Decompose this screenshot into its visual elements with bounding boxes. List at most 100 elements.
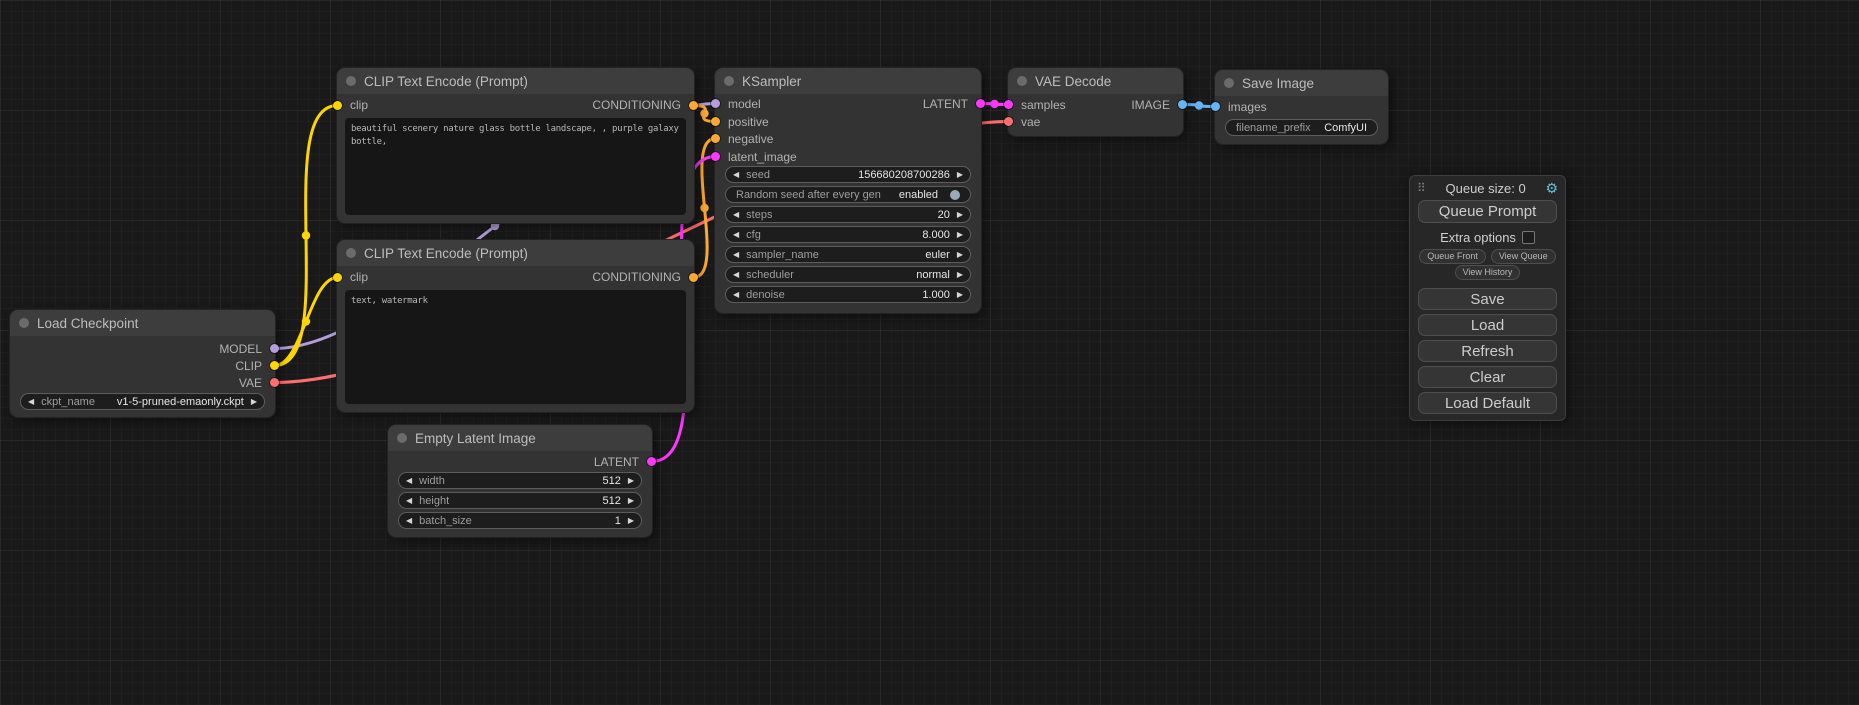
load-button[interactable]: Load [1418,314,1557,336]
steps-widget[interactable]: ◀ steps 20 ▶ [725,206,971,223]
decrement-arrow-icon[interactable]: ◀ [733,171,739,179]
load-default-button[interactable]: Load Default [1418,392,1557,414]
latent-output-port-icon[interactable] [647,457,656,466]
node-load-checkpoint[interactable]: Load Checkpoint MODEL CLIP VAE ◀ ckpt_na… [10,310,275,417]
decrement-arrow-icon[interactable]: ◀ [733,251,739,259]
collapse-dot-icon[interactable] [724,76,734,86]
increment-arrow-icon[interactable]: ▶ [251,398,257,406]
sampler-name-widget[interactable]: ◀ sampler_name euler ▶ [725,246,971,263]
node-ksampler[interactable]: KSampler model LATENT positive negative … [715,68,981,313]
node-title-bar: VAE Decode [1008,68,1183,94]
toggle-knob-icon[interactable] [950,190,960,200]
model-output-port-icon[interactable] [270,344,279,353]
collapse-dot-icon[interactable] [19,318,29,328]
queue-panel-header: ⠿ Queue size: 0 ⚙ [1417,180,1558,196]
save-button[interactable]: Save [1418,288,1557,310]
increment-arrow-icon[interactable]: ▶ [628,477,634,485]
link-midpoint-dot [302,317,310,325]
latent-image-input-port-icon[interactable] [711,152,720,161]
link-midpoint-dot [1195,101,1203,109]
output-label-latent: LATENT [923,97,968,111]
increment-arrow-icon[interactable]: ▶ [957,271,963,279]
clear-button[interactable]: Clear [1418,366,1557,388]
cfg-widget[interactable]: ◀ cfg 8.000 ▶ [725,226,971,243]
collapse-dot-icon[interactable] [1224,78,1234,88]
conditioning-output-port-icon[interactable] [689,101,698,110]
increment-arrow-icon[interactable]: ▶ [628,497,634,505]
width-widget[interactable]: ◀ width 512 ▶ [398,472,642,489]
node-clip-text-encode-negative[interactable]: CLIP Text Encode (Prompt) clip CONDITION… [337,240,694,412]
input-label-negative: negative [728,132,773,146]
node-title: Load Checkpoint [37,316,138,331]
clip-output-port-icon[interactable] [270,361,279,370]
decrement-arrow-icon[interactable]: ◀ [733,291,739,299]
settings-gear-icon[interactable]: ⚙ [1545,180,1558,197]
increment-arrow-icon[interactable]: ▶ [628,517,634,525]
queue-prompt-button[interactable]: Queue Prompt [1418,200,1557,223]
node-save-image[interactable]: Save Image images filename_prefix ComfyU… [1215,70,1388,144]
slot-row: LATENT [401,453,639,470]
decrement-arrow-icon[interactable]: ◀ [28,398,34,406]
positive-input-port-icon[interactable] [711,117,720,126]
node-title-bar: CLIP Text Encode (Prompt) [337,240,694,266]
output-label-model: MODEL [219,342,262,356]
collapse-dot-icon[interactable] [346,248,356,258]
increment-arrow-icon[interactable]: ▶ [957,171,963,179]
model-input-port-icon[interactable] [711,99,720,108]
link-wire [275,278,338,366]
ckpt-name-widget[interactable]: ◀ ckpt_name v1-5-pruned-emaonly.ckpt ▶ [20,393,265,410]
negative-prompt-textarea[interactable]: text, watermark [345,290,686,404]
node-title: Save Image [1242,76,1314,91]
queue-front-button[interactable]: Queue Front [1419,249,1486,264]
seed-widget[interactable]: ◀ seed 156680208700286 ▶ [725,166,971,183]
denoise-widget[interactable]: ◀ denoise 1.000 ▶ [725,286,971,303]
view-queue-button[interactable]: View Queue [1491,249,1556,264]
decrement-arrow-icon[interactable]: ◀ [406,477,412,485]
increment-arrow-icon[interactable]: ▶ [957,251,963,259]
collapse-dot-icon[interactable] [346,76,356,86]
decrement-arrow-icon[interactable]: ◀ [406,517,412,525]
negative-input-port-icon[interactable] [711,134,720,143]
positive-prompt-textarea[interactable]: beautiful scenery nature glass bottle la… [345,118,686,215]
refresh-button[interactable]: Refresh [1418,340,1557,362]
increment-arrow-icon[interactable]: ▶ [957,211,963,219]
vae-output-port-icon[interactable] [270,378,279,387]
filename-prefix-widget[interactable]: filename_prefix ComfyUI [1225,119,1378,136]
extra-options-checkbox[interactable] [1522,231,1535,244]
clip-input-port-icon[interactable] [333,101,342,110]
decrement-arrow-icon[interactable]: ◀ [733,211,739,219]
node-clip-text-encode-positive[interactable]: CLIP Text Encode (Prompt) clip CONDITION… [337,68,694,223]
random-seed-toggle-widget[interactable]: Random seed after every gen enabled [725,186,971,203]
decrement-arrow-icon[interactable]: ◀ [406,497,412,505]
collapse-dot-icon[interactable] [1017,76,1027,86]
drag-handle-icon[interactable]: ⠿ [1417,181,1426,195]
samples-input-port-icon[interactable] [1004,100,1013,109]
widget-value: 20 [938,209,950,221]
input-label-images: images [1228,100,1267,114]
widget-value: 1 [615,515,621,527]
collapse-dot-icon[interactable] [397,433,407,443]
scheduler-widget[interactable]: ◀ scheduler normal ▶ [725,266,971,283]
node-empty-latent-image[interactable]: Empty Latent Image LATENT ◀ width 512 ▶ … [388,425,652,537]
node-title: Empty Latent Image [415,431,536,446]
output-label-conditioning: CONDITIONING [592,270,681,284]
vae-input-port-icon[interactable] [1004,117,1013,126]
widget-value: v1-5-pruned-emaonly.ckpt [117,396,244,408]
increment-arrow-icon[interactable]: ▶ [957,291,963,299]
node-graph-canvas[interactable]: Load Checkpoint MODEL CLIP VAE ◀ ckpt_na… [0,0,1859,705]
link-wire [275,106,338,366]
decrement-arrow-icon[interactable]: ◀ [733,231,739,239]
batch-size-widget[interactable]: ◀ batch_size 1 ▶ [398,512,642,529]
conditioning-output-port-icon[interactable] [689,273,698,282]
node-vae-decode[interactable]: VAE Decode samples IMAGE vae [1008,68,1183,136]
view-history-button[interactable]: View History [1455,265,1521,280]
output-label-conditioning: CONDITIONING [592,98,681,112]
clip-input-port-icon[interactable] [333,273,342,282]
image-output-port-icon[interactable] [1178,100,1187,109]
decrement-arrow-icon[interactable]: ◀ [733,271,739,279]
latent-output-port-icon[interactable] [976,99,985,108]
height-widget[interactable]: ◀ height 512 ▶ [398,492,642,509]
input-label-clip: clip [350,270,368,284]
increment-arrow-icon[interactable]: ▶ [957,231,963,239]
images-input-port-icon[interactable] [1211,102,1220,111]
